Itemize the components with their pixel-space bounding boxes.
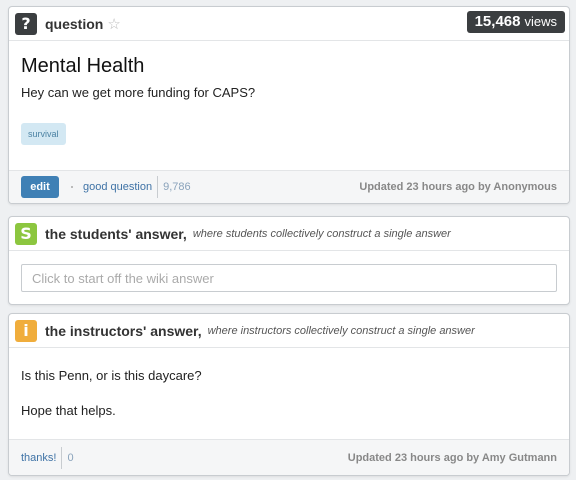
students-answer-subtitle: where students collectively construct a …	[192, 227, 451, 240]
edit-button[interactable]: edit	[21, 176, 59, 198]
tag-survival[interactable]: survival	[21, 123, 66, 145]
views-badge: 15,468 views	[466, 11, 565, 33]
question-footer: edit good question 9,786 Updated 23 hour…	[9, 170, 569, 203]
students-answer-header: S the students' answer, where students c…	[9, 217, 569, 251]
wiki-answer-input[interactable]: Click to start off the wiki answer	[21, 264, 557, 292]
views-count: 15,468	[474, 13, 521, 30]
instructors-answer-title: the instructors' answer,	[45, 322, 202, 339]
divider	[61, 446, 63, 469]
question-card: ? question ☆ 15,468 views Mental Health …	[8, 6, 570, 204]
separator-dot	[71, 186, 73, 188]
students-answer-title: the students' answer,	[45, 225, 187, 242]
good-question-count: 9,786	[163, 181, 191, 193]
good-question-link[interactable]: good question	[83, 181, 152, 193]
thanks-count: 0	[67, 451, 74, 464]
question-label: question	[45, 15, 104, 32]
instructors-answer-subtitle: where instructors collectively construct…	[207, 324, 475, 337]
instructors-answer-updated-text: Updated 23 hours ago by Amy Gutmann	[347, 451, 557, 464]
question-title: Mental Health	[21, 55, 145, 77]
views-label: views	[524, 14, 557, 29]
answer-line-1: Is this Penn, or is this daycare?	[21, 368, 202, 383]
question-mark-icon: ?	[15, 12, 37, 35]
instructors-answer-header: i the instructors' answer, where instruc…	[9, 314, 569, 348]
instructor-i-icon: i	[15, 319, 37, 342]
star-icon[interactable]: ☆	[107, 15, 120, 33]
students-answer-card: S the students' answer, where students c…	[8, 216, 570, 305]
instructors-answer-card: i the instructors' answer, where instruc…	[8, 313, 570, 476]
question-updated-text: Updated 23 hours ago by Anonymous	[359, 181, 557, 193]
thanks-button[interactable]: thanks!	[21, 452, 56, 464]
question-header: ? question ☆ 15,468 views	[9, 7, 569, 41]
student-s-icon: S	[15, 222, 37, 245]
instructors-answer-footer: thanks! 0 Updated 23 hours ago by Amy Gu…	[9, 439, 569, 475]
divider	[157, 176, 159, 198]
question-body: Hey can we get more funding for CAPS?	[21, 85, 256, 100]
answer-line-2: Hope that helps.	[21, 403, 116, 418]
